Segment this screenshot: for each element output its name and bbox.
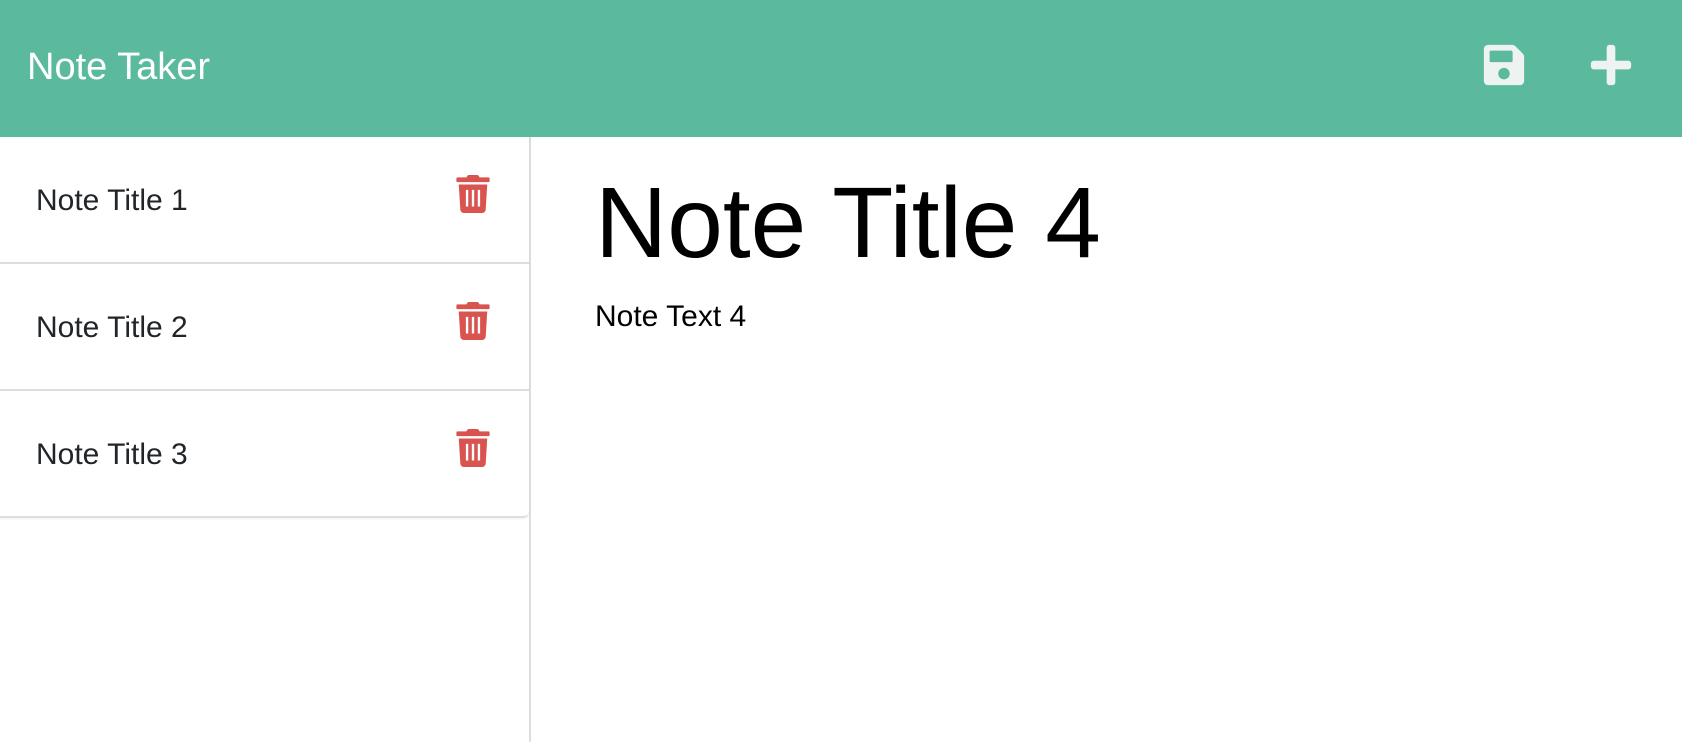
note-title-field[interactable]: Note Title 4	[595, 163, 1101, 283]
app-title[interactable]: Note Taker	[27, 42, 210, 92]
note-list-item[interactable]: Note Title 1	[0, 137, 529, 264]
note-text-field[interactable]: Note Text 4	[595, 297, 746, 337]
navbar: Note Taker	[0, 0, 1682, 137]
trash-icon[interactable]	[456, 302, 490, 340]
notes-sidebar: Note Title 1 Note Title 2 Note Title 3	[0, 137, 531, 742]
note-list-title[interactable]: Note Title 2	[36, 308, 188, 348]
trash-icon[interactable]	[456, 175, 490, 213]
save-icon[interactable]	[1481, 42, 1527, 88]
note-list: Note Title 1 Note Title 2 Note Title 3	[0, 137, 529, 518]
note-list-item[interactable]: Note Title 2	[0, 264, 529, 391]
trash-icon[interactable]	[456, 429, 490, 467]
note-list-title[interactable]: Note Title 1	[36, 181, 188, 221]
note-list-title[interactable]: Note Title 3	[36, 435, 188, 475]
note-list-item[interactable]: Note Title 3	[0, 391, 529, 516]
plus-icon[interactable]	[1588, 42, 1634, 88]
note-view: Note Title 4 Note Text 4	[531, 137, 1682, 742]
